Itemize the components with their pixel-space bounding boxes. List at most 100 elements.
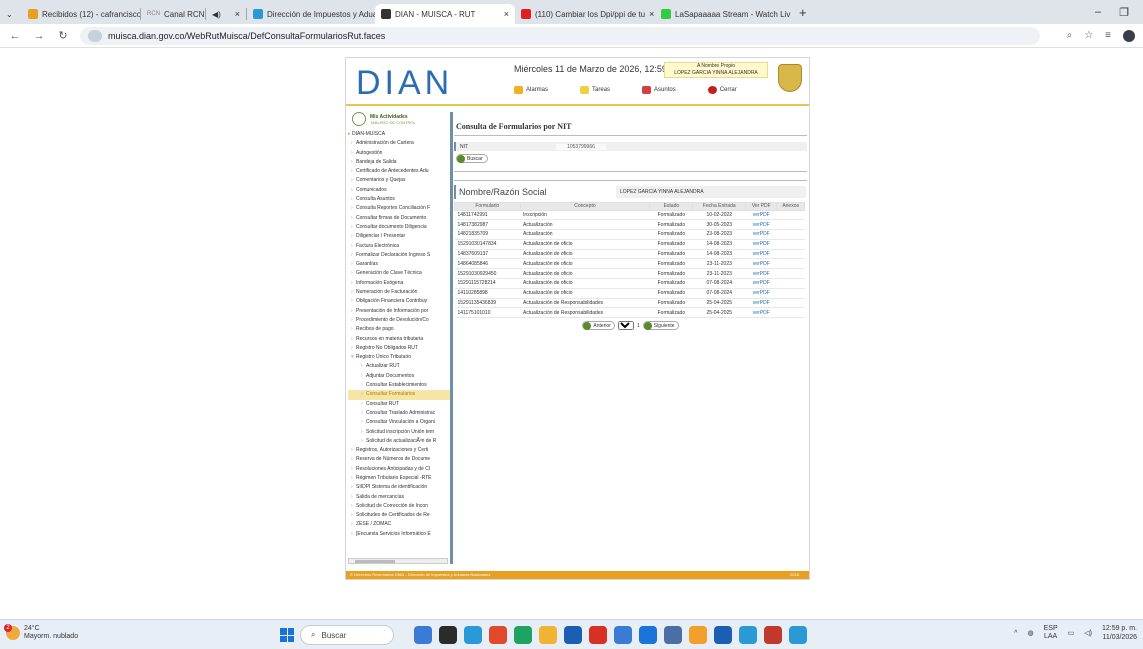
sidebar-item[interactable]: Recursos en materia tributaria	[348, 335, 450, 345]
sidebar-item[interactable]: Generación de Clave Técnica	[348, 269, 450, 279]
sidebar-item[interactable]: Certificado de Antecedentes Adu	[348, 167, 450, 177]
ver-pdf-link[interactable]: verPDF	[745, 307, 777, 319]
back-button[interactable]: ←	[8, 30, 22, 42]
taskbar-app-icon[interactable]	[614, 626, 632, 644]
taskbar-app-icon[interactable]	[789, 626, 807, 644]
taskbar-app-icon[interactable]	[414, 626, 432, 644]
cerrar-link[interactable]: Cerrar	[707, 86, 737, 94]
ver-pdf-link[interactable]: verPDF	[745, 278, 777, 289]
sidebar-sub-item[interactable]: Actualizar RUT	[348, 362, 450, 372]
weather-widget[interactable]: 2 24°C Mayorm. nublado	[4, 624, 78, 641]
tab-audio[interactable]: ◀) ×	[206, 4, 246, 24]
clock[interactable]: 12:59 p. m. 11/03/2026	[1102, 624, 1137, 642]
taskbar-search[interactable]: ⌕ Buscar	[300, 625, 394, 645]
sidebar-item[interactable]: Reserva de Números de Docume	[348, 455, 450, 465]
extensions-icon[interactable]: ≡	[1105, 30, 1111, 41]
taskbar-app-icon[interactable]	[739, 626, 757, 644]
ver-pdf-link[interactable]: verPDF	[745, 258, 777, 270]
taskbar-app-icon[interactable]	[514, 626, 532, 644]
buscar-button[interactable]: Buscar	[456, 154, 488, 163]
tab-gmail[interactable]: Recibidos (12) - cafrancisco145 ×	[22, 4, 140, 24]
ver-pdf-link[interactable]: verPDF	[745, 239, 777, 250]
sidebar-item[interactable]: Administración de Cartera	[348, 139, 450, 149]
sidebar-item[interactable]: Procedimiento de Devolución/Co	[348, 316, 450, 326]
sidebar-sub-item[interactable]: Solicitud de actualizaciÃ³n de R	[348, 437, 450, 447]
taskbar-app-icon[interactable]	[564, 626, 582, 644]
sidebar-item[interactable]: Garantías	[348, 260, 450, 270]
sidebar-item[interactable]: Información Exógena	[348, 279, 450, 289]
sidebar-item[interactable]: Resoluciones Anticipadas y de Cl	[348, 465, 450, 475]
close-icon[interactable]: ×	[235, 9, 240, 19]
url-bar[interactable]: muisca.dian.gov.co/WebRutMuisca/DefConsu…	[80, 26, 1040, 45]
ver-pdf-link[interactable]: verPDF	[745, 229, 777, 240]
sidebar-header[interactable]: Mis Actividades TABLERO DE CONTROL	[352, 112, 450, 126]
sidebar-item[interactable]: Comunicados	[348, 186, 450, 196]
windows-start-button[interactable]	[280, 628, 294, 642]
sidebar-sub-item[interactable]: Consultar Formularios	[348, 390, 450, 400]
taskbar-app-icon[interactable]	[489, 626, 507, 644]
ver-pdf-link[interactable]: verPDF	[745, 268, 777, 280]
taskbar-app-icon[interactable]	[689, 626, 707, 644]
site-info-icon[interactable]	[88, 29, 102, 42]
tab-dian-gov[interactable]: Dirección de Impuestos y Adua ×	[247, 4, 375, 24]
maximize-button[interactable]: ❐	[1119, 6, 1129, 19]
sidebar-item[interactable]: Bandeja de Salida	[348, 158, 450, 168]
prev-page-button[interactable]: Anterior	[582, 321, 615, 331]
sidebar-item[interactable]: ZESE / ZOMAC	[348, 520, 450, 530]
sidebar-scrollbar[interactable]	[348, 558, 448, 564]
taskbar-app-icon[interactable]	[439, 626, 457, 644]
taskbar-app-icon[interactable]	[764, 626, 782, 644]
sidebar-item-rut[interactable]: Registro Único Tributario	[348, 353, 450, 363]
page-select[interactable]: 1	[617, 321, 634, 331]
ver-pdf-link[interactable]: verPDF	[745, 249, 777, 260]
profile-avatar[interactable]	[1123, 29, 1135, 42]
sidebar-item[interactable]: [Encuesta Servicios Informático E	[348, 530, 450, 540]
sidebar-item[interactable]: Recibos de pago	[348, 325, 450, 335]
ver-pdf-link[interactable]: verPDF	[745, 288, 777, 299]
tareas-link[interactable]: Tareas	[580, 86, 610, 94]
sidebar-item[interactable]: Comentarios y Quejas	[348, 176, 450, 186]
zoom-icon[interactable]: ⌕	[1067, 30, 1073, 41]
next-page-button[interactable]: Siguiente	[642, 321, 679, 331]
reload-button[interactable]: ↻	[56, 29, 70, 42]
sidebar-item[interactable]: Registro No Obligados RUT	[348, 344, 450, 354]
sidebar-sub-item[interactable]: Adjuntar Documentos	[348, 372, 450, 382]
taskbar-app-icon[interactable]	[589, 626, 607, 644]
tab-dian-muisca[interactable]: DIAN - MUISCA - RUT ×	[375, 4, 515, 24]
ver-pdf-link[interactable]: verPDF	[745, 210, 777, 221]
taskbar-app-icon[interactable]	[639, 626, 657, 644]
sidebar-item[interactable]: Registros, Autorizaciones y Certi	[348, 446, 450, 456]
bookmark-star-icon[interactable]: ☆	[1084, 30, 1093, 41]
sidebar-sub-item[interactable]: Consultar Traslado Administrac	[348, 409, 450, 419]
sidebar-item[interactable]: SIIDPI Sistema de identificación	[348, 483, 450, 493]
chevron-up-icon[interactable]: ^	[1014, 630, 1017, 637]
ver-pdf-link[interactable]: verPDF	[745, 219, 777, 231]
alarmas-link[interactable]: Alarmas	[514, 86, 548, 94]
sidebar-sub-item[interactable]: Consultar RUT	[348, 400, 450, 410]
sidebar-item[interactable]: Consultar firmas de Documento	[348, 214, 450, 224]
taskbar-app-icon[interactable]	[664, 626, 682, 644]
volume-icon[interactable]: ◁)	[1084, 629, 1092, 637]
taskbar-app-icon[interactable]	[539, 626, 557, 644]
scrollbar-thumb[interactable]	[355, 560, 395, 563]
sidebar-item[interactable]: Solicitudes de Certificados de Re	[348, 511, 450, 521]
sidebar-sub-item[interactable]: Consultar Vinculación a Organi	[348, 418, 450, 428]
sidebar-item[interactable]: Obligación Financiera Contribuy	[348, 297, 450, 307]
sidebar-item[interactable]: Numeración de Facturación	[348, 288, 450, 298]
sidebar-item[interactable]: Salida de mercancías	[348, 493, 450, 503]
tab-list-button[interactable]: ⌄	[0, 4, 22, 24]
sidebar-item[interactable]: Diligenciar / Presentar	[348, 232, 450, 242]
asuntos-link[interactable]: Asuntos	[642, 86, 676, 94]
sidebar-item[interactable]: Factura Electrónica	[348, 242, 450, 252]
sidebar-item[interactable]: Presentación de Información por	[348, 307, 450, 317]
sidebar-item[interactable]: Consulta Asuntos	[348, 195, 450, 205]
taskbar-app-icon[interactable]	[464, 626, 482, 644]
sidebar-item[interactable]: Consultar documento Diligencia	[348, 223, 450, 233]
sidebar-item[interactable]: Formalizar Declaración Ingreso S	[348, 251, 450, 261]
close-icon[interactable]: ×	[794, 9, 795, 19]
network-icon[interactable]: ▭	[1068, 629, 1075, 637]
sidebar-item[interactable]: Autogestión	[348, 149, 450, 159]
ver-pdf-link[interactable]: verPDF	[745, 298, 777, 309]
sidebar-item[interactable]: Solicitud de Corrección de Incon	[348, 502, 450, 512]
forward-button[interactable]: →	[32, 30, 46, 42]
